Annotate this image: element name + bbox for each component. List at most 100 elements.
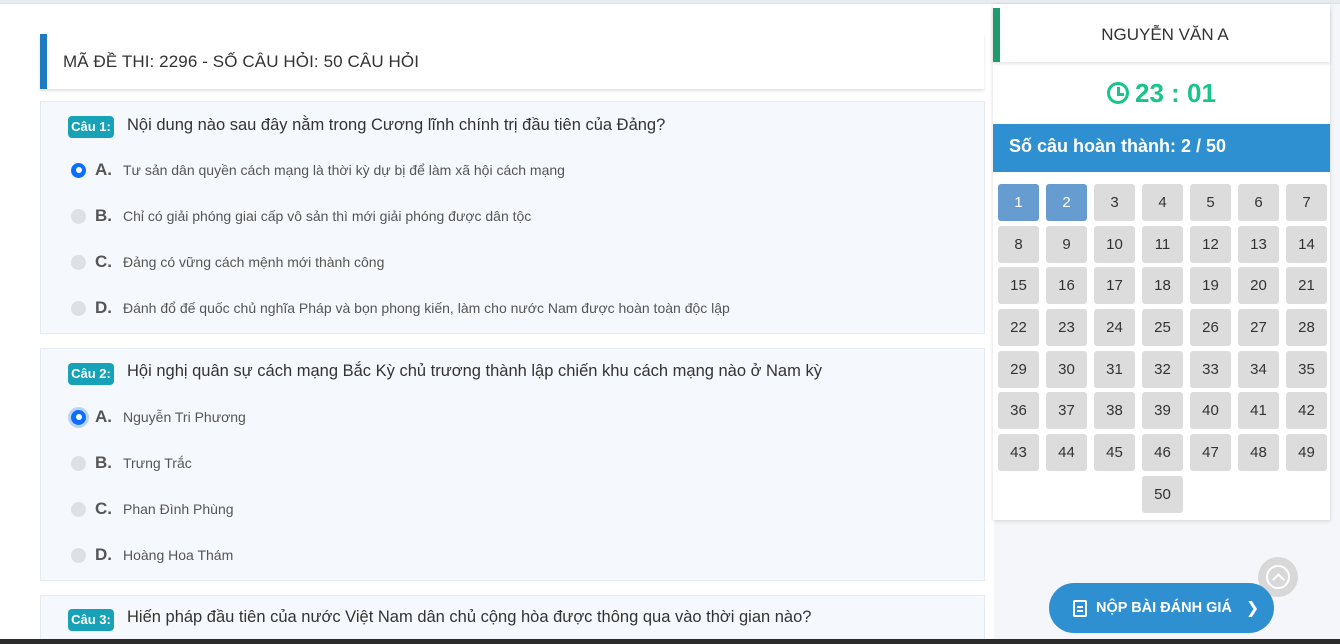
option-text: Trưng Trắc <box>123 455 192 471</box>
question-card-3: Câu 3: Hiến pháp đầu tiên của nước Việt … <box>40 595 985 640</box>
question-nav-23[interactable]: 23 <box>1046 309 1087 347</box>
question-nav-6[interactable]: 6 <box>1238 184 1279 221</box>
option-text: Hoàng Hoa Thám <box>123 547 234 563</box>
radio-unselected[interactable] <box>71 254 86 270</box>
radio-selected[interactable] <box>71 162 86 178</box>
option-letter: C. <box>95 252 112 271</box>
question-nav-1[interactable]: 1 <box>998 184 1039 221</box>
question-badge: Câu 1: <box>68 116 114 138</box>
question-nav-5[interactable]: 5 <box>1190 184 1231 221</box>
question-nav-11[interactable]: 11 <box>1142 225 1183 263</box>
question-nav-27[interactable]: 27 <box>1238 309 1279 347</box>
option-letter: B. <box>95 453 112 472</box>
question-nav-7[interactable]: 7 <box>1286 184 1327 221</box>
question-nav-2[interactable]: 2 <box>1046 184 1087 221</box>
option-text: Chỉ có giải phóng giai cấp vô sản thì mớ… <box>123 208 532 224</box>
question-nav-24[interactable]: 24 <box>1094 309 1135 347</box>
question-nav-16[interactable]: 16 <box>1046 267 1087 305</box>
option-letter: A. <box>95 407 112 426</box>
question-nav-9[interactable]: 9 <box>1046 225 1087 263</box>
question-nav-31[interactable]: 31 <box>1094 350 1135 388</box>
question-nav-40[interactable]: 40 <box>1190 392 1231 430</box>
question-nav-38[interactable]: 38 <box>1094 392 1135 430</box>
option-2a[interactable]: A. Nguyễn Tri Phương <box>71 405 246 429</box>
question-nav-28[interactable]: 28 <box>1286 309 1327 347</box>
option-text: Phan Đình Phùng <box>123 501 234 517</box>
question-nav-12[interactable]: 12 <box>1190 225 1231 263</box>
question-nav-41[interactable]: 41 <box>1238 392 1279 430</box>
option-text: Tư sản dân quyền cách mạng là thời kỳ dự… <box>123 162 565 178</box>
submit-exam-button[interactable]: NỘP BÀI ĐÁNH GIÁ ❯ <box>1049 583 1274 633</box>
option-2c[interactable]: C. Phan Đình Phùng <box>71 497 234 521</box>
option-letter: B. <box>95 206 112 225</box>
question-nav-14[interactable]: 14 <box>1286 225 1327 263</box>
radio-unselected[interactable] <box>71 300 86 316</box>
question-nav-46[interactable]: 46 <box>1142 434 1183 472</box>
exam-sidebar: NGUYỄN VĂN A 23 : 01 Số câu hoàn thành: … <box>993 4 1330 520</box>
question-badge: Câu 2: <box>68 363 114 385</box>
question-nav-18[interactable]: 18 <box>1142 267 1183 305</box>
question-nav-48[interactable]: 48 <box>1238 434 1279 472</box>
chevron-up-icon <box>1266 565 1290 589</box>
radio-unselected[interactable] <box>71 547 86 563</box>
radio-unselected[interactable] <box>71 455 86 471</box>
question-nav-36[interactable]: 36 <box>998 392 1039 430</box>
option-1c[interactable]: C. Đảng có vững cách mệnh mới thành công <box>71 250 384 274</box>
question-nav-34[interactable]: 34 <box>1238 350 1279 388</box>
option-1d[interactable]: D. Đánh đổ đế quốc chủ nghĩa Pháp và bọn… <box>71 296 730 320</box>
question-nav-17[interactable]: 17 <box>1094 267 1135 305</box>
exam-header: MÃ ĐỀ THI: 2296 - SỐ CÂU HỎI: 50 CÂU HỎI <box>40 34 984 89</box>
question-nav-35[interactable]: 35 <box>1286 350 1327 388</box>
clock-icon <box>1107 82 1130 104</box>
student-name: NGUYỄN VĂN A <box>1101 25 1229 44</box>
progress-bar: Số câu hoàn thành: 2 / 50 <box>993 124 1330 172</box>
question-nav-26[interactable]: 26 <box>1190 309 1231 347</box>
option-text: Đánh đổ đế quốc chủ nghĩa Pháp và bọn ph… <box>123 300 730 316</box>
question-nav-39[interactable]: 39 <box>1142 392 1183 430</box>
question-nav-49[interactable]: 49 <box>1286 434 1327 472</box>
question-card-2: Câu 2: Hội nghị quân sự cách mạng Bắc Kỳ… <box>40 348 985 581</box>
question-nav-13[interactable]: 13 <box>1238 225 1279 263</box>
student-name-panel: NGUYỄN VĂN A <box>993 8 1330 62</box>
timer-value: 23 : 01 <box>1135 78 1216 108</box>
question-nav-4[interactable]: 4 <box>1142 184 1183 221</box>
exam-title: MÃ ĐỀ THI: 2296 - SỐ CÂU HỎI: 50 CÂU HỎI <box>63 52 420 71</box>
main-content: MÃ ĐỀ THI: 2296 - SỐ CÂU HỎI: 50 CÂU HỎI… <box>0 4 994 640</box>
option-letter: D. <box>95 298 112 317</box>
progress-label: Số câu hoàn thành: 2 / 50 <box>1009 136 1227 156</box>
question-nav-22[interactable]: 22 <box>998 309 1039 347</box>
question-nav-3[interactable]: 3 <box>1094 184 1135 221</box>
question-nav-10[interactable]: 10 <box>1094 225 1135 263</box>
option-text: Nguyễn Tri Phương <box>123 409 246 425</box>
radio-unselected[interactable] <box>71 208 86 224</box>
question-text: Hiến pháp đầu tiên của nước Việt Nam dân… <box>127 608 812 626</box>
question-nav-50[interactable]: 50 <box>1142 475 1183 513</box>
question-nav-32[interactable]: 32 <box>1142 350 1183 388</box>
question-nav-15[interactable]: 15 <box>998 267 1039 305</box>
question-nav-21[interactable]: 21 <box>1286 267 1327 305</box>
question-nav-30[interactable]: 30 <box>1046 350 1087 388</box>
option-1a[interactable]: A. Tư sản dân quyền cách mạng là thời kỳ… <box>71 158 565 182</box>
question-nav-44[interactable]: 44 <box>1046 434 1087 472</box>
question-nav-45[interactable]: 45 <box>1094 434 1135 472</box>
question-nav-20[interactable]: 20 <box>1238 267 1279 305</box>
timer: 23 : 01 <box>993 78 1330 109</box>
question-nav-19[interactable]: 19 <box>1190 267 1231 305</box>
question-nav-29[interactable]: 29 <box>998 350 1039 388</box>
question-nav-8[interactable]: 8 <box>998 225 1039 263</box>
option-1b[interactable]: B. Chỉ có giải phóng giai cấp vô sản thì… <box>71 204 531 228</box>
question-nav-25[interactable]: 25 <box>1142 309 1183 347</box>
option-letter: A. <box>95 160 112 179</box>
question-text: Nội dung nào sau đây nằm trong Cương lĩn… <box>127 116 666 134</box>
question-nav-37[interactable]: 37 <box>1046 392 1087 430</box>
option-2d[interactable]: D. Hoàng Hoa Thám <box>71 543 233 567</box>
question-nav-42[interactable]: 42 <box>1286 392 1327 430</box>
question-nav-47[interactable]: 47 <box>1190 434 1231 472</box>
question-badge: Câu 3: <box>68 609 114 631</box>
question-nav-33[interactable]: 33 <box>1190 350 1231 388</box>
option-2b[interactable]: B. Trưng Trắc <box>71 451 192 475</box>
option-text: Đảng có vững cách mệnh mới thành công <box>123 254 385 270</box>
question-nav-43[interactable]: 43 <box>998 434 1039 472</box>
radio-unselected[interactable] <box>71 501 86 517</box>
radio-selected[interactable] <box>71 409 86 425</box>
